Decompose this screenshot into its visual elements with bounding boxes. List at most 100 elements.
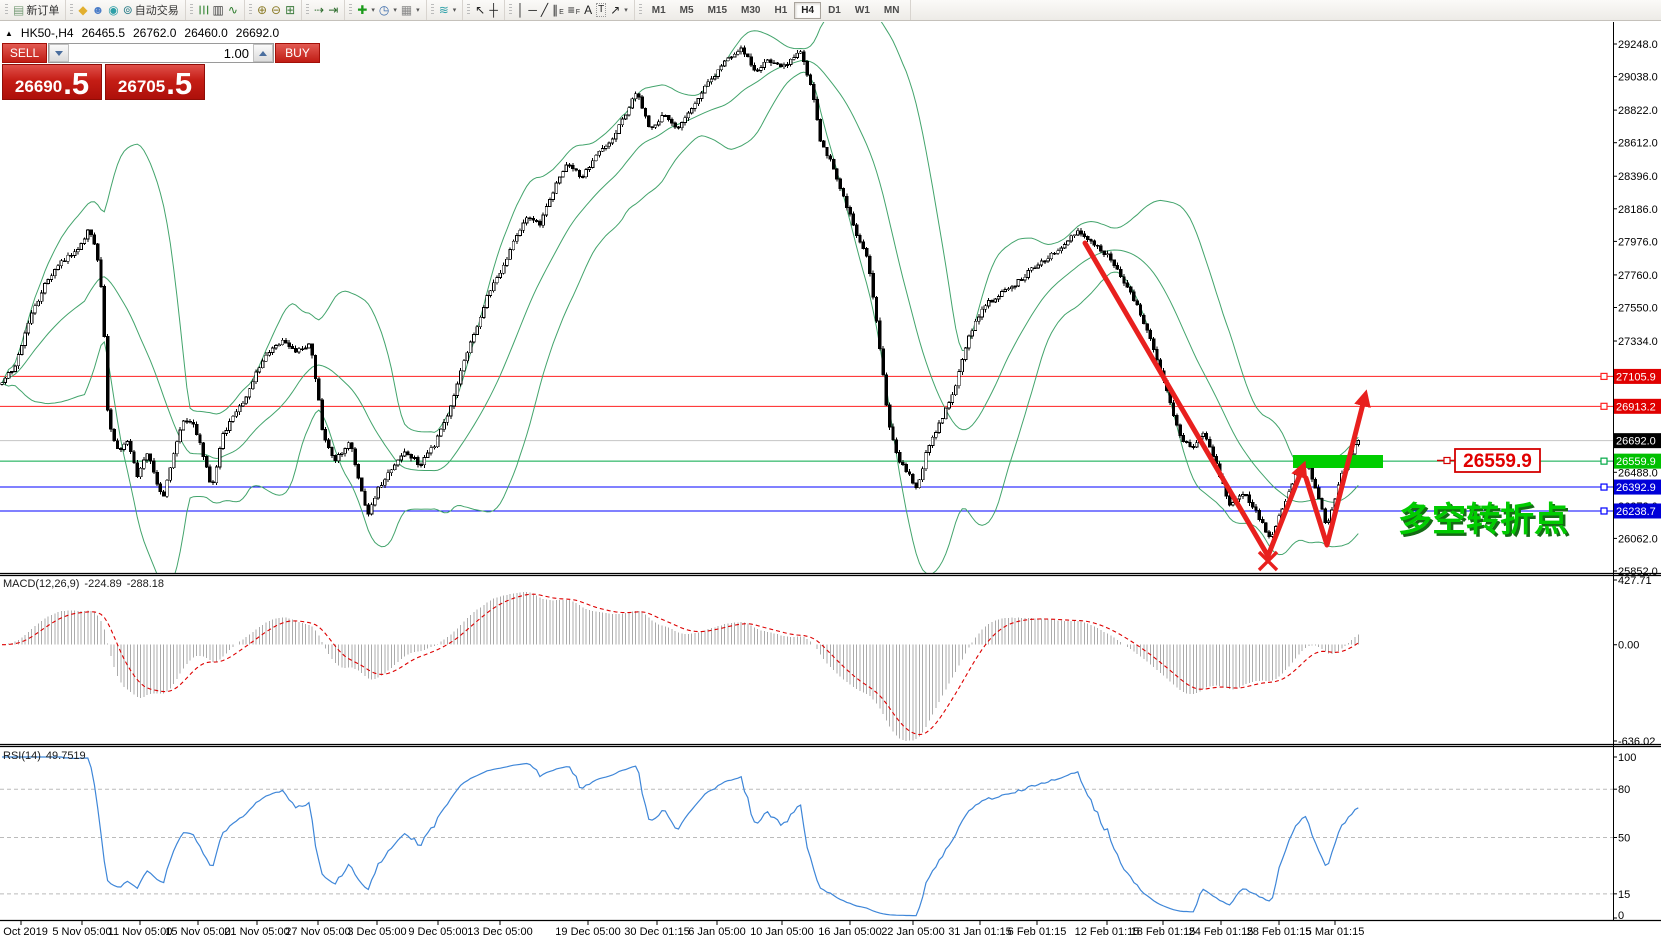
timeframe-h1-button[interactable]: H1 <box>767 2 794 19</box>
candle <box>690 109 693 113</box>
chevron-down-icon[interactable]: ▾ <box>453 6 457 14</box>
candle <box>611 139 614 143</box>
timeframe-d1-button[interactable]: D1 <box>821 2 848 19</box>
candle <box>110 410 113 429</box>
candle <box>1044 261 1047 262</box>
templates-button[interactable]: ▦▾ <box>399 3 422 17</box>
candle <box>374 498 377 505</box>
volume-increase-button[interactable] <box>253 44 273 62</box>
horizontal-line-tool[interactable]: ─ <box>526 3 539 17</box>
add-indicator-button[interactable]: ✚▾ <box>355 3 377 17</box>
sell-price-panel[interactable]: 26690 .5 <box>2 64 102 100</box>
auto-scroll-icon[interactable]: ⇢ <box>312 3 326 17</box>
time-tick-label: 18 Feb 01:15 <box>1131 926 1196 938</box>
toolbar-group-order: ▤新订单 <box>1 0 66 20</box>
zoom-in-icon[interactable]: ⊕ <box>255 3 269 17</box>
candle <box>684 118 687 123</box>
candle <box>50 276 53 280</box>
new-order-button[interactable]: ▤新订单 <box>11 1 61 19</box>
candle <box>836 169 839 179</box>
candle <box>321 400 324 430</box>
time-tick-label: 11 Nov 05:00 <box>108 926 173 938</box>
highlight-zone-box[interactable] <box>1293 455 1383 468</box>
metaeditor-icon[interactable]: ◆ <box>76 3 89 17</box>
hline-marker[interactable] <box>1601 508 1607 514</box>
candle <box>407 452 410 455</box>
candle <box>426 453 429 457</box>
text-icon: A <box>584 4 592 16</box>
profile-icon-icon: ☻ <box>92 4 105 16</box>
hline-marker[interactable] <box>1601 458 1607 464</box>
trendline-tool[interactable]: ╱ <box>539 3 550 17</box>
timeframe-m30-button[interactable]: M30 <box>734 2 767 19</box>
cursor-icon[interactable]: ↖ <box>473 3 487 17</box>
text-tool[interactable]: A <box>582 3 594 17</box>
line-chart-icon[interactable]: ∿ <box>226 3 240 17</box>
sell-button[interactable]: SELL <box>2 43 47 63</box>
indicator-list-button[interactable]: ≋▾ <box>437 3 459 17</box>
timeframe-m15-button[interactable]: M15 <box>701 2 734 19</box>
candle <box>555 183 558 193</box>
hline-marker[interactable] <box>1601 484 1607 490</box>
candle <box>390 470 393 473</box>
sell-price-main: 26690 <box>15 77 62 97</box>
candle <box>522 223 525 230</box>
time-tick-label: 6 Feb 01:15 <box>1008 926 1067 938</box>
timeframe-m1-button[interactable]: M1 <box>645 2 673 19</box>
zoom-out-icon-icon: ⊖ <box>271 4 281 16</box>
chevron-down-icon[interactable]: ▾ <box>393 6 397 14</box>
callout-connector-marker[interactable] <box>1444 458 1450 464</box>
close-value: 26692.0 <box>236 26 279 40</box>
timeframe-m5-button[interactable]: M5 <box>673 2 701 19</box>
signals-icon[interactable]: ◉ <box>106 3 120 17</box>
candle <box>615 133 618 139</box>
text-label-tool[interactable]: T <box>594 2 608 18</box>
vertical-line-tool[interactable]: │ <box>515 3 527 17</box>
candle <box>453 396 456 406</box>
arrows-tool[interactable]: ↗▾ <box>608 3 630 17</box>
profile-icon[interactable]: ☻ <box>90 3 107 17</box>
candlestick-chart-icon[interactable]: ▥ <box>211 3 226 17</box>
fibonacci-tool[interactable]: ≡F <box>566 3 582 17</box>
turning-point-text[interactable]: 多空转折点 <box>1398 501 1568 539</box>
timeframe-w1-button[interactable]: W1 <box>848 2 877 19</box>
candle <box>1258 510 1261 519</box>
buy-price-main: 26705 <box>118 77 165 97</box>
timeframe-h4-button[interactable]: H4 <box>794 2 821 19</box>
candle <box>931 437 934 445</box>
candle <box>199 435 202 443</box>
rsi-indicator-label: RSI(14) 49.7519 <box>3 750 86 762</box>
autotrading-button[interactable]: ⊚自动交易 <box>121 1 181 19</box>
candle <box>176 442 179 454</box>
crosshair-icon[interactable]: ┼ <box>487 3 500 17</box>
periods-button[interactable]: ◷▾ <box>377 3 399 17</box>
buy-button[interactable]: BUY <box>275 43 320 63</box>
chevron-down-icon[interactable]: ▾ <box>416 6 420 14</box>
price-tick-label: 28612.0 <box>1618 138 1658 150</box>
candle <box>763 62 766 67</box>
volume-input[interactable] <box>69 44 253 62</box>
chart-shift-icon[interactable]: ⇥ <box>326 3 340 17</box>
vertical-line-icon: │ <box>517 4 525 16</box>
tile-windows-icon[interactable]: ⊞ <box>283 3 297 17</box>
candle <box>57 266 60 270</box>
hline-marker[interactable] <box>1601 373 1607 379</box>
volume-decrease-button[interactable] <box>49 44 69 62</box>
rsi-tick-label: 80 <box>1618 784 1630 796</box>
buy-price-panel[interactable]: 26705 .5 <box>105 64 205 100</box>
line-chart-icon-icon: ∿ <box>228 4 238 16</box>
bar-chart-icon[interactable]: ☰ <box>196 3 211 17</box>
candle <box>1179 425 1182 436</box>
candle <box>793 58 796 60</box>
chevron-down-icon[interactable]: ▾ <box>371 6 375 14</box>
hline-marker[interactable] <box>1601 403 1607 409</box>
chevron-down-icon[interactable]: ▾ <box>624 6 628 14</box>
channel-tool[interactable]: ∥E <box>550 3 566 17</box>
chart-area[interactable]: 26559.9多空转折点多空转折点29248.029038.028822.028… <box>0 0 1661 941</box>
zoom-out-icon[interactable]: ⊖ <box>269 3 283 17</box>
candle <box>324 429 327 440</box>
chart-ohlc-header: ▲ HK50-,H4 26465.5 26762.0 26460.0 26692… <box>5 26 279 40</box>
rsi-tick-label: 15 <box>1618 889 1630 901</box>
candle <box>502 265 505 273</box>
timeframe-mn-button[interactable]: MN <box>877 2 907 19</box>
